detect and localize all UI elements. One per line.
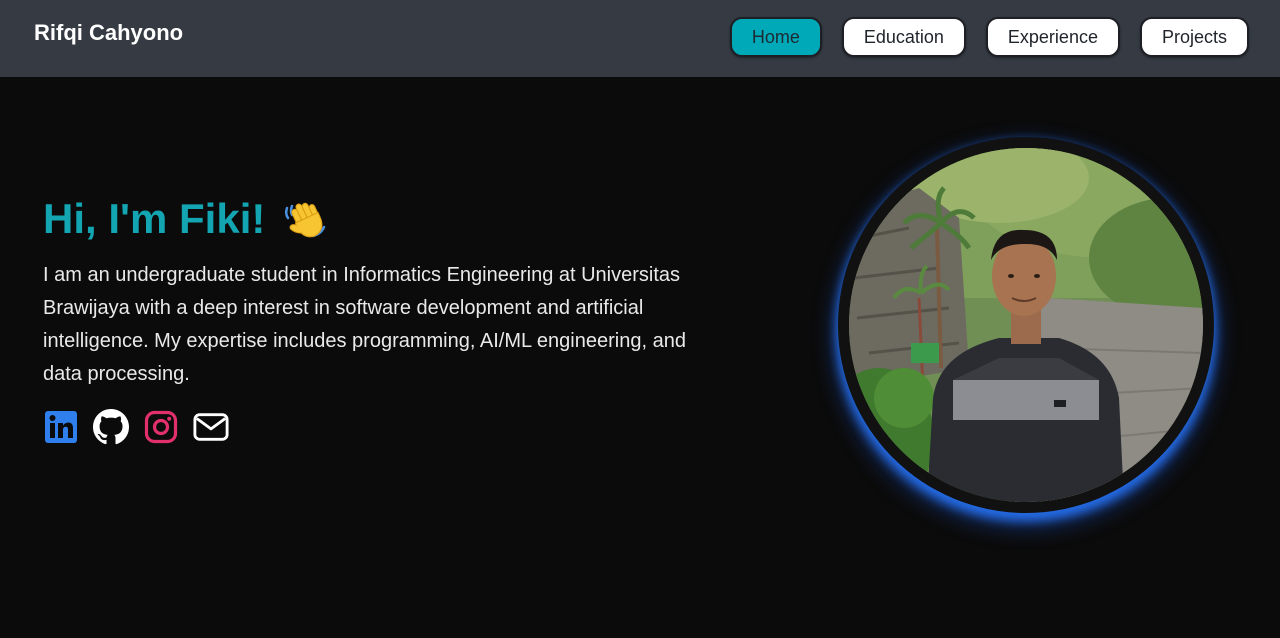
brand-name[interactable]: Rifqi Cahyono — [34, 19, 183, 47]
nav-experience-button[interactable]: Experience — [985, 17, 1120, 57]
email-icon[interactable] — [193, 409, 229, 445]
linkedin-icon[interactable] — [43, 409, 79, 445]
github-icon[interactable] — [93, 409, 129, 445]
instagram-icon[interactable] — [143, 409, 179, 445]
nav-home-button[interactable]: Home — [729, 17, 822, 57]
navbar: Rifqi Cahyono Home Education Experience … — [0, 0, 1280, 77]
nav-education-button[interactable]: Education — [841, 17, 966, 57]
nav-links: Home Education Experience Projects — [729, 17, 1249, 57]
social-links — [43, 409, 229, 445]
greeting-text: Hi, I'm Fiki! — [43, 195, 266, 242]
nav-projects-button[interactable]: Projects — [1139, 17, 1249, 57]
hero-section: Hi, I'm Fiki! I am an undergraduate stud… — [0, 77, 1280, 638]
hero-greeting: Hi, I'm Fiki! — [43, 195, 329, 243]
bio-text: I am an undergraduate student in Informa… — [43, 264, 686, 385]
waving-hand-icon — [283, 196, 329, 242]
profile-photo — [849, 148, 1203, 502]
